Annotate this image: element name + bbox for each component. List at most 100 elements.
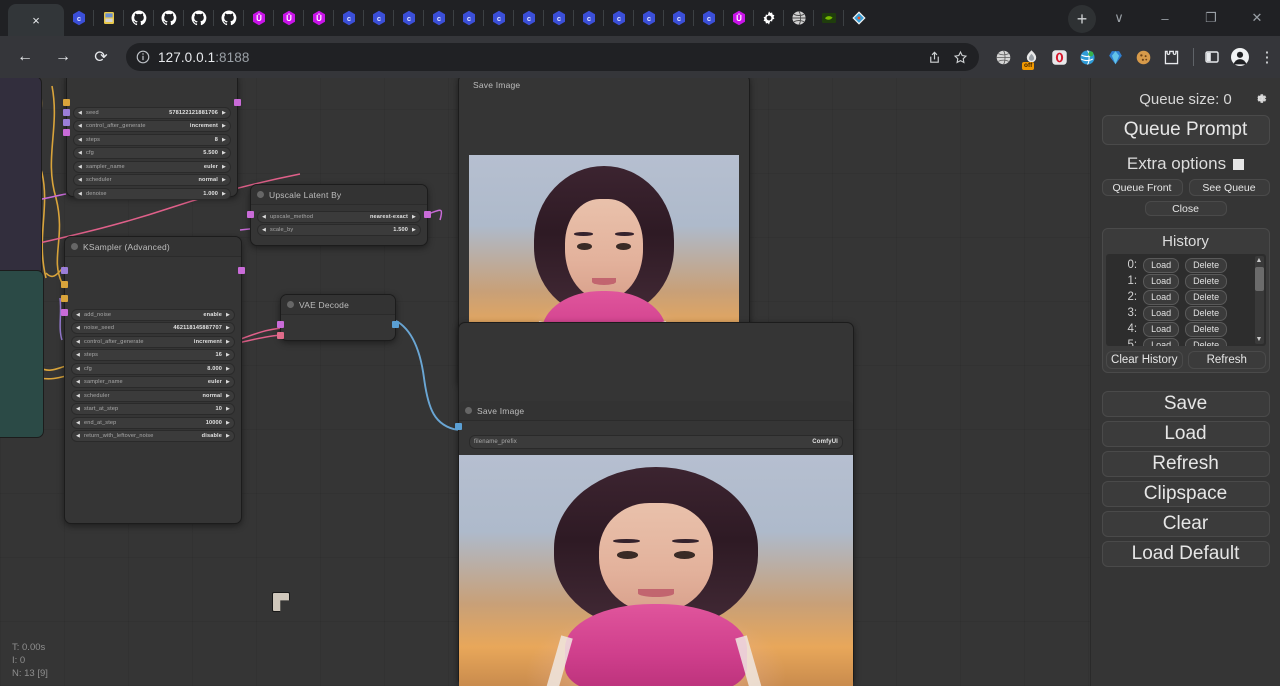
browser-tab-github-3[interactable] <box>154 1 184 35</box>
browser-tab-comfyui-15[interactable]: c <box>514 1 544 35</box>
widget-increment-icon[interactable]: ▶ <box>226 339 230 345</box>
browser-tab-ultralytics-7[interactable]: Û <box>274 1 304 35</box>
node-input-slot[interactable] <box>277 321 284 328</box>
widget-upscale-method[interactable]: ◀upscale_methodnearest-exact▶ <box>257 211 421 223</box>
node-ksampler[interactable]: ◀seed578122121881706▶◀control_after_gene… <box>66 78 238 197</box>
widget-steps[interactable]: ◀steps16▶ <box>71 349 235 361</box>
browser-tab-globe-dark-24[interactable] <box>784 1 814 35</box>
widget-control-after-generate[interactable]: ◀control_after_generateincrement▶ <box>71 336 235 348</box>
node-input-slot[interactable] <box>61 295 68 302</box>
gear-icon[interactable] <box>1253 91 1268 106</box>
history-load-button[interactable]: Load <box>1143 306 1179 321</box>
widget-scheduler[interactable]: ◀schedulernormal▶ <box>73 174 231 186</box>
puzzle-extensions-icon[interactable] <box>1157 43 1185 71</box>
history-load-button[interactable]: Load <box>1143 338 1179 347</box>
node-upscale-latent-by[interactable]: Upscale Latent By ◀upscale_methodnearest… <box>250 184 428 246</box>
comfyui-graph-canvas[interactable]: iling ils, , soft , RAW, urred h the led… <box>0 78 1090 686</box>
widget-seed[interactable]: ◀seed578122121881706▶ <box>73 107 231 119</box>
browser-tab-comfyui-14[interactable]: c <box>484 1 514 35</box>
node-output-slot[interactable] <box>424 211 431 218</box>
widget-increment-icon[interactable]: ▶ <box>226 325 230 331</box>
browser-tab-comfyui-17[interactable]: c <box>574 1 604 35</box>
bookmark-star-icon[interactable] <box>947 44 973 70</box>
browser-tab-nvidia-25[interactable] <box>814 1 844 35</box>
history-delete-button[interactable]: Delete <box>1185 322 1227 337</box>
widget-increment-icon[interactable]: ▶ <box>222 177 226 183</box>
widget-start-at-step[interactable]: ◀start_at_step10▶ <box>71 403 235 415</box>
forward-button[interactable]: → <box>46 40 80 74</box>
browser-tab-comfyui-19[interactable]: c <box>634 1 664 35</box>
maximize-button[interactable]: ❐ <box>1188 2 1234 34</box>
widget-scale-by[interactable]: ◀scale_by1.500▶ <box>257 224 421 236</box>
history-list[interactable]: 0:LoadDelete1:LoadDelete2:LoadDelete3:Lo… <box>1106 254 1266 346</box>
site-info-icon[interactable] <box>132 46 154 68</box>
browser-tab-github-4[interactable] <box>184 1 214 35</box>
node-vae-decode[interactable]: VAE Decode <box>280 294 396 341</box>
widget-decrement-icon[interactable]: ◀ <box>78 150 82 156</box>
browser-tab-gear-23[interactable] <box>754 1 784 35</box>
browser-tab-comfyui-9[interactable]: c <box>334 1 364 35</box>
widget-increment-icon[interactable]: ▶ <box>222 137 226 143</box>
widget-increment-icon[interactable]: ▶ <box>222 110 226 116</box>
history-load-button[interactable]: Load <box>1143 258 1179 273</box>
address-bar[interactable]: 127.0.0.1:8188 <box>126 43 979 71</box>
widget-decrement-icon[interactable]: ◀ <box>76 325 80 331</box>
node-collapse-icon[interactable] <box>257 191 264 198</box>
node-title-bar[interactable]: Save Image <box>467 78 741 95</box>
widget-add-noise[interactable]: ◀add_noiseenable▶ <box>71 309 235 321</box>
widget-cfg[interactable]: ◀cfg8.000▶ <box>71 363 235 375</box>
tab-search-icon[interactable]: ∨ <box>1096 2 1142 34</box>
node-title-bar[interactable]: Save Image <box>459 401 853 421</box>
browser-tab-book-1[interactable] <box>94 1 124 35</box>
widget-denoise[interactable]: ◀denoise1.000▶ <box>73 188 231 200</box>
diamond-extension-icon[interactable] <box>1101 43 1129 71</box>
fire-off-extension-icon[interactable]: off <box>1017 43 1045 71</box>
sidebar-icon[interactable] <box>1198 43 1226 71</box>
browser-tab-comfyui-12[interactable]: c <box>424 1 454 35</box>
close-window-button[interactable]: ✕ <box>1234 2 1280 34</box>
widget-decrement-icon[interactable]: ◀ <box>76 393 80 399</box>
three-dot-menu-icon[interactable]: ⋮ <box>1254 48 1280 66</box>
queue-front-button[interactable]: Queue Front <box>1102 179 1183 196</box>
history-load-button[interactable]: Load <box>1143 322 1179 337</box>
history-delete-button[interactable]: Delete <box>1185 338 1227 347</box>
extra-options-checkbox[interactable] <box>1233 159 1244 170</box>
node-output-slot[interactable] <box>238 267 245 274</box>
widget-decrement-icon[interactable]: ◀ <box>76 406 80 412</box>
widget-decrement-icon[interactable]: ◀ <box>76 352 80 358</box>
widget-decrement-icon[interactable]: ◀ <box>76 339 80 345</box>
save-button[interactable]: Save <box>1102 391 1270 417</box>
minimize-button[interactable]: – <box>1142 2 1188 34</box>
node-save-image-bottom[interactable]: Save Image filename_prefix ComfyUI <box>458 322 854 686</box>
node-collapse-icon[interactable] <box>465 407 472 414</box>
browser-tab-comfyui-11[interactable]: c <box>394 1 424 35</box>
browser-tab-ultralytics-6[interactable]: Û <box>244 1 274 35</box>
node-output-slot[interactable] <box>234 99 241 106</box>
widget-decrement-icon[interactable]: ◀ <box>76 420 80 426</box>
positive-prompt-text[interactable]: iling ils, , soft , RAW, urred h the led… <box>0 78 41 215</box>
history-delete-button[interactable]: Delete <box>1185 306 1227 321</box>
browser-tab-comfyui-0[interactable]: c <box>64 1 94 35</box>
widget-sampler-name[interactable]: ◀sampler_nameeuler▶ <box>71 376 235 388</box>
widget-increment-icon[interactable]: ▶ <box>222 191 226 197</box>
history-load-button[interactable]: Load <box>1143 290 1179 305</box>
share-icon[interactable] <box>921 44 947 70</box>
widget-decrement-icon[interactable]: ◀ <box>262 214 266 220</box>
node-input-slot[interactable] <box>63 109 70 116</box>
node-collapse-icon[interactable] <box>287 301 294 308</box>
reload-button[interactable]: ⟳ <box>84 40 118 74</box>
node-input-slot[interactable] <box>63 129 70 136</box>
widget-decrement-icon[interactable]: ◀ <box>76 312 80 318</box>
new-tab-button[interactable]: + <box>1068 5 1096 33</box>
widget-end-at-step[interactable]: ◀end_at_step10000▶ <box>71 417 235 429</box>
clear-history-button[interactable]: Clear History <box>1106 351 1184 369</box>
widget-increment-icon[interactable]: ▶ <box>222 123 226 129</box>
node-input-slot[interactable] <box>455 423 462 430</box>
extra-options-row[interactable]: Extra options <box>1097 154 1274 174</box>
widget-increment-icon[interactable]: ▶ <box>226 433 230 439</box>
widget-decrement-icon[interactable]: ◀ <box>78 110 82 116</box>
node-title-bar[interactable]: Upscale Latent By <box>251 185 427 205</box>
node-input-slot[interactable] <box>63 99 70 106</box>
node-input-slot[interactable] <box>247 211 254 218</box>
widget-decrement-icon[interactable]: ◀ <box>78 123 82 129</box>
